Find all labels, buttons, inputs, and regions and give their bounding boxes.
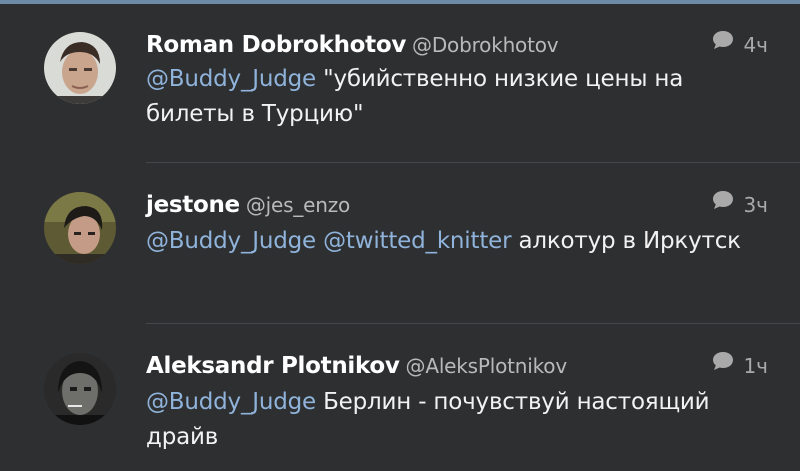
tweet-text: @Buddy_Judge "убийственно низкие цены на…: [146, 62, 776, 132]
mention-link[interactable]: @twitted_knitter: [323, 228, 511, 254]
tweet-header: jestone @jes_enzo: [146, 190, 350, 222]
tweet-header: Roman Dobrokhotov @Dobrokhotov: [146, 30, 559, 62]
tweet-meta: 4ч: [711, 30, 768, 60]
tweet-header: Aleksandr Plotnikov @AleksPlotnikov: [146, 351, 567, 383]
tweet-item[interactable]: Aleksandr Plotnikov @AleksPlotnikov 1ч @B…: [0, 324, 800, 471]
tweet-text: @Buddy_Judge @twitted_knitter алкотур в …: [146, 224, 776, 259]
speech-bubble-icon[interactable]: [711, 351, 735, 381]
mention-link[interactable]: @Buddy_Judge: [146, 389, 316, 415]
tweet-meta: 3ч: [711, 190, 768, 220]
author-handle[interactable]: @jes_enzo: [246, 193, 350, 217]
timestamp: 4ч: [743, 33, 768, 57]
tweet-item[interactable]: Roman Dobrokhotov @Dobrokhotov 4ч @Buddy_…: [0, 0, 800, 162]
speech-bubble-icon[interactable]: [711, 190, 735, 220]
author-name[interactable]: Roman Dobrokhotov: [146, 32, 406, 58]
timestamp: 1ч: [743, 354, 768, 378]
author-name[interactable]: Aleksandr Plotnikov: [146, 353, 400, 379]
author-handle[interactable]: @AleksPlotnikov: [406, 354, 568, 378]
timestamp: 3ч: [743, 193, 768, 217]
author-handle[interactable]: @Dobrokhotov: [412, 33, 559, 57]
author-name[interactable]: jestone: [146, 192, 240, 218]
speech-bubble-icon[interactable]: [711, 30, 735, 60]
mention-link[interactable]: @Buddy_Judge: [146, 66, 316, 92]
mention-link[interactable]: @Buddy_Judge: [146, 228, 316, 254]
avatar[interactable]: [44, 192, 116, 264]
avatar[interactable]: [44, 32, 116, 104]
tweet-body-text: алкотур в Иркутск: [511, 228, 741, 254]
tweet-meta: 1ч: [711, 351, 768, 381]
avatar[interactable]: [44, 353, 116, 425]
tweet-item[interactable]: jestone @jes_enzo 3ч @Buddy_Judge @twitte…: [0, 163, 800, 323]
tweet-text: @Buddy_Judge Берлин - почувствуй настоящ…: [146, 385, 776, 455]
